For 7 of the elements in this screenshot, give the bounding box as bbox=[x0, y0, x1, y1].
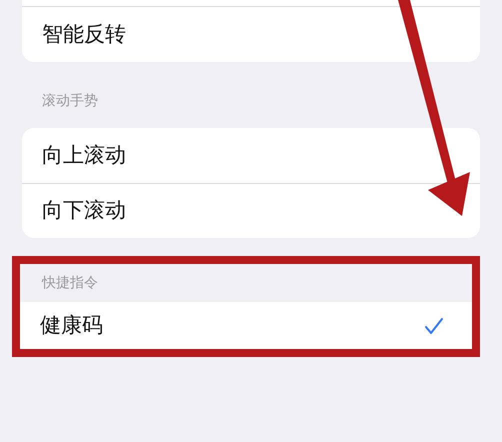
row-label: 智能反转 bbox=[42, 20, 126, 48]
section-header: 快捷指令 bbox=[42, 274, 98, 292]
row-label: 向下滚动 bbox=[42, 197, 126, 224]
row-label: 健康码 bbox=[40, 312, 103, 340]
checkmark-icon bbox=[424, 317, 444, 335]
row-label: 向上滚动 bbox=[42, 142, 126, 169]
section-header: 滚动手势 bbox=[42, 92, 98, 111]
